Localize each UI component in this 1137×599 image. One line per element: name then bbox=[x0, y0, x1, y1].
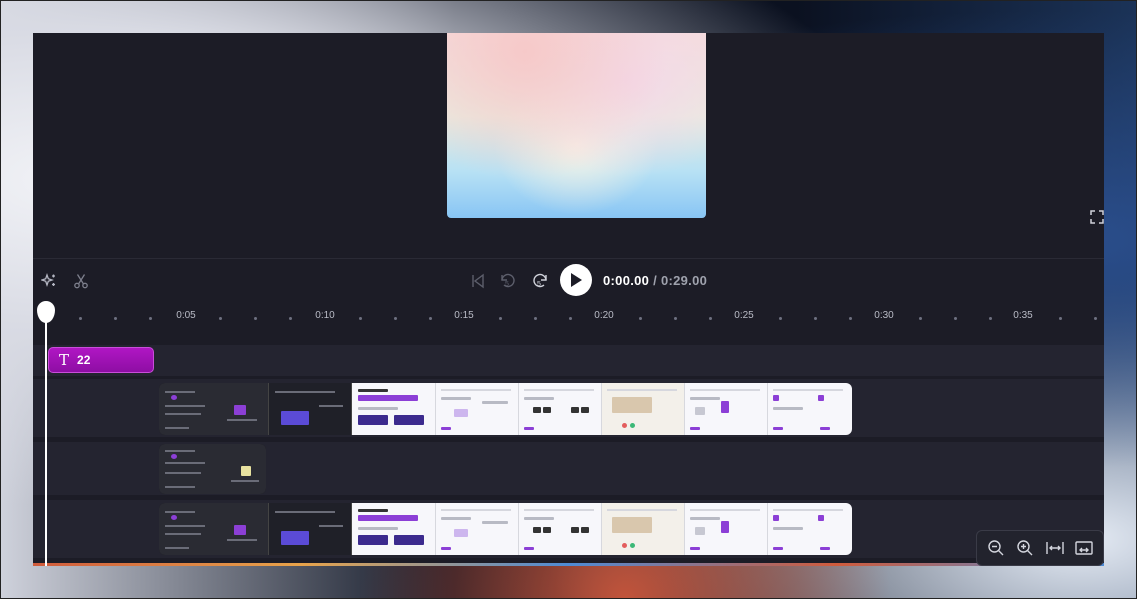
rewind-5-icon[interactable]: 5 bbox=[497, 259, 519, 303]
ruler-tick bbox=[289, 317, 292, 320]
time-separator: / bbox=[649, 273, 661, 288]
clip-thumbnail bbox=[269, 383, 352, 435]
ruler-label: 0:05 bbox=[176, 310, 196, 321]
ruler-tick bbox=[674, 317, 677, 320]
ruler-tick bbox=[79, 317, 82, 320]
ruler-tick bbox=[709, 317, 712, 320]
ruler-tick bbox=[779, 317, 782, 320]
zoom-out-icon[interactable] bbox=[983, 535, 1009, 561]
ruler-label: 0:30 bbox=[874, 310, 894, 321]
fullscreen-icon[interactable] bbox=[1090, 210, 1104, 226]
ruler-tick bbox=[114, 317, 117, 320]
clip-thumbnail bbox=[159, 383, 269, 435]
clip-thumbnail bbox=[602, 383, 685, 435]
clip-thumbnail bbox=[159, 444, 266, 494]
text-clip[interactable]: T 22 bbox=[48, 347, 154, 373]
fit-to-screen-icon[interactable] bbox=[1071, 535, 1097, 561]
forward-5-icon[interactable]: 5 bbox=[529, 259, 551, 303]
clip-thumbnail bbox=[519, 503, 602, 555]
ruler-tick bbox=[919, 317, 922, 320]
total-duration: 0:29.00 bbox=[660, 273, 708, 288]
clip-thumbnail bbox=[602, 503, 685, 555]
ruler-label: 0:35 bbox=[1013, 310, 1033, 321]
ruler-tick bbox=[254, 317, 257, 320]
clip-thumbnail bbox=[352, 503, 436, 555]
text-T-icon: T bbox=[59, 351, 70, 369]
ruler-tick bbox=[989, 317, 992, 320]
video-clip[interactable] bbox=[159, 503, 852, 555]
text-clip-label: 22 bbox=[77, 353, 91, 367]
preview-canvas[interactable] bbox=[447, 33, 706, 218]
clip-thumbnail bbox=[352, 383, 436, 435]
clip-thumbnail bbox=[685, 503, 768, 555]
clip-thumbnail bbox=[436, 503, 519, 555]
fit-to-width-icon[interactable] bbox=[1042, 535, 1068, 561]
rewind-seconds-label: 5 bbox=[505, 281, 509, 288]
playback-toolbar: 5 5 0:00.00 / 0:29.00 bbox=[33, 258, 1104, 303]
ruler-label: 0:25 bbox=[734, 310, 754, 321]
clip-thumbnail bbox=[269, 503, 352, 555]
ruler-tick bbox=[219, 317, 222, 320]
ruler-tick bbox=[849, 317, 852, 320]
ruler-tick bbox=[1059, 317, 1062, 320]
timeline-ruler[interactable]: 0:05 0:10 0:15 0:20 0:25 0:30 0:35 bbox=[33, 302, 1104, 342]
ruler-label: 0:10 bbox=[315, 310, 335, 321]
ruler-label: 0:15 bbox=[454, 310, 474, 321]
ruler-tick bbox=[1094, 317, 1097, 320]
ruler-label: 0:20 bbox=[594, 310, 614, 321]
ruler-tick bbox=[534, 317, 537, 320]
ruler-tick bbox=[429, 317, 432, 320]
ruler-tick bbox=[394, 317, 397, 320]
skip-to-start-icon[interactable] bbox=[468, 259, 488, 303]
ruler-tick bbox=[954, 317, 957, 320]
clip-thumbnail bbox=[519, 383, 602, 435]
clip-thumbnail bbox=[768, 503, 852, 555]
ruler-tick bbox=[499, 317, 502, 320]
clip-thumbnail bbox=[768, 383, 852, 435]
clip-thumbnail bbox=[159, 503, 269, 555]
zoom-in-icon[interactable] bbox=[1012, 535, 1038, 561]
video-editor: 5 5 0:00.00 / 0:29.00 0:05 0:10 0:15 0:2… bbox=[33, 33, 1104, 566]
scissors-icon[interactable] bbox=[71, 259, 91, 303]
text-track bbox=[33, 345, 1104, 376]
ruler-tick bbox=[639, 317, 642, 320]
ruler-tick bbox=[569, 317, 572, 320]
play-button[interactable] bbox=[560, 264, 592, 296]
clip-thumbnail bbox=[685, 383, 768, 435]
ruler-tick bbox=[359, 317, 362, 320]
preview-panel bbox=[33, 33, 1104, 258]
audio-track-strip bbox=[33, 563, 1104, 566]
ruler-tick bbox=[814, 317, 817, 320]
zoom-controls bbox=[976, 530, 1104, 566]
time-display: 0:00.00 / 0:29.00 bbox=[603, 273, 707, 288]
video-clip[interactable] bbox=[159, 383, 852, 435]
ruler-tick bbox=[149, 317, 152, 320]
clip-thumbnail bbox=[436, 383, 519, 435]
video-clip[interactable] bbox=[159, 444, 266, 494]
play-icon bbox=[571, 273, 582, 287]
sparkle-icon[interactable] bbox=[39, 259, 59, 303]
playhead-line bbox=[45, 316, 47, 566]
current-time: 0:00.00 bbox=[603, 273, 650, 288]
forward-seconds-label: 5 bbox=[537, 281, 541, 288]
